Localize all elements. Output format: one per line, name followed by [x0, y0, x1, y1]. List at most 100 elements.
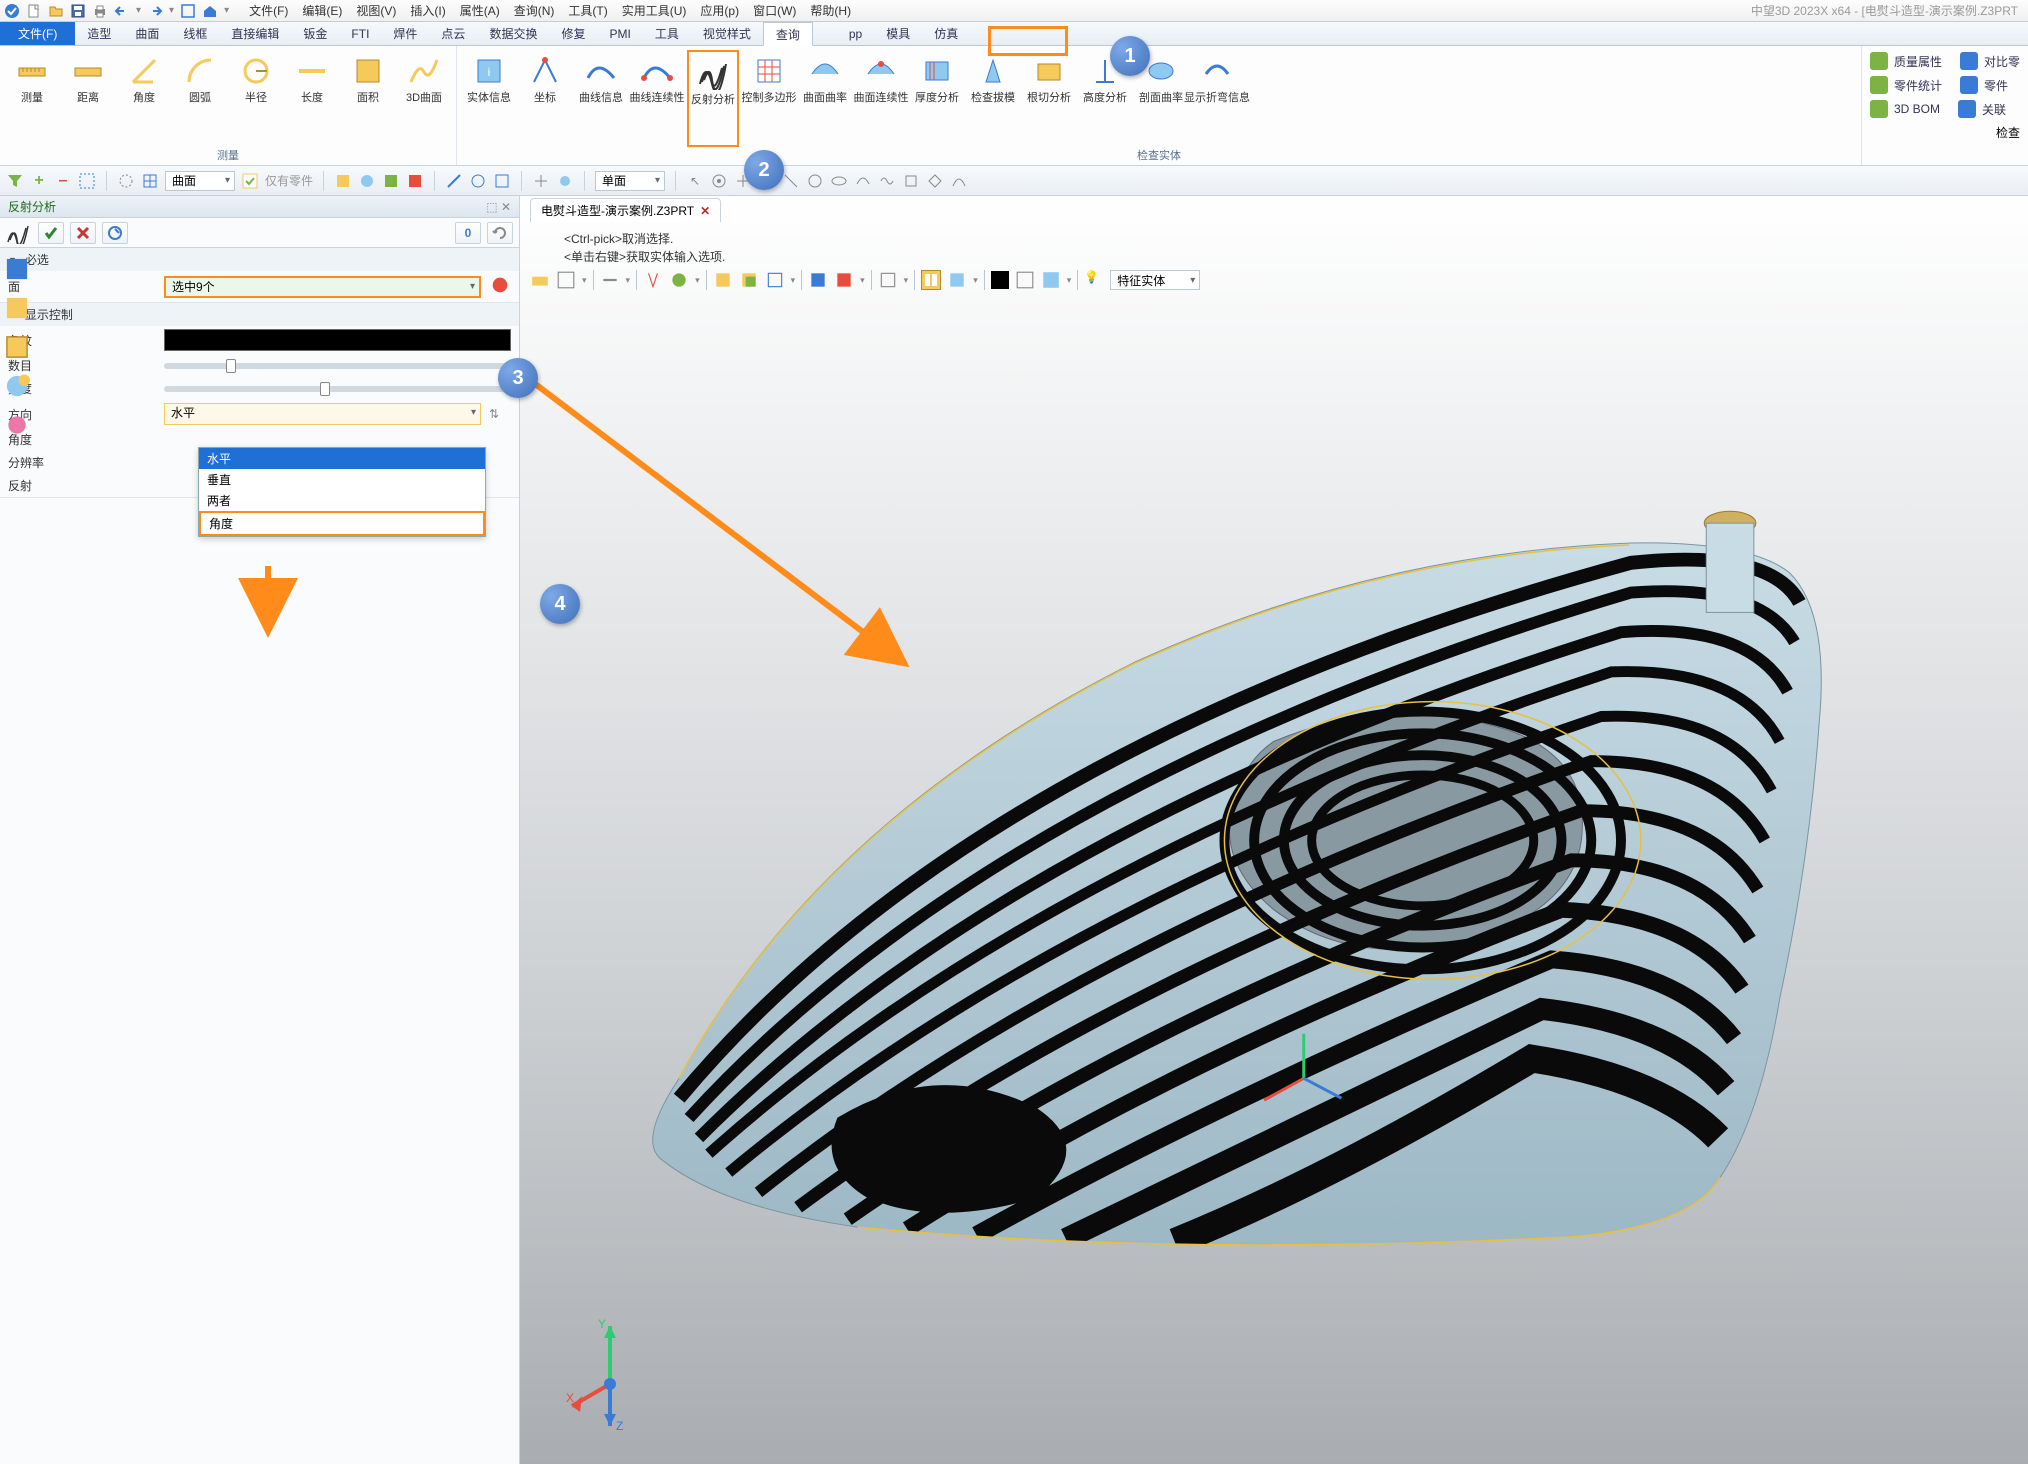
rbtn-3dcurve[interactable]: 3D曲面: [398, 50, 450, 147]
side-row[interactable]: 质量属性对比零: [1870, 52, 2020, 70]
shade-select[interactable]: 单面: [595, 171, 665, 191]
rbtn-curve-cont[interactable]: 曲线连续性: [631, 50, 683, 147]
rbtn-distance[interactable]: 距离: [62, 50, 114, 147]
dropdown-item[interactable]: 垂直: [199, 469, 485, 490]
menu-help[interactable]: 帮助(H): [810, 2, 851, 19]
side-icon[interactable]: [4, 334, 30, 363]
vt-icon[interactable]: [669, 270, 689, 290]
plus-icon[interactable]: +: [30, 172, 48, 190]
tb-icon[interactable]: [406, 172, 424, 190]
side-row[interactable]: 3D BOM关联: [1870, 100, 2020, 118]
chevron-down-icon[interactable]: ▾: [626, 275, 631, 286]
tb-icon[interactable]: [950, 172, 968, 190]
tb-icon[interactable]: [382, 172, 400, 190]
menu-app[interactable]: 应用(p): [700, 2, 739, 19]
tb-icon[interactable]: [902, 172, 920, 190]
redo-icon[interactable]: [147, 3, 163, 19]
rbtn-measure[interactable]: 测量: [6, 50, 58, 147]
tb-icon[interactable]: [493, 172, 511, 190]
rbtn-curve-info[interactable]: 曲线信息: [575, 50, 627, 147]
menu-window[interactable]: 窗口(W): [753, 2, 796, 19]
dropdown-item[interactable]: 两者: [199, 490, 485, 511]
menu-query[interactable]: 查询(N): [514, 2, 555, 19]
ribbon-tab[interactable]: 线框: [171, 22, 219, 45]
tb-icon[interactable]: [854, 172, 872, 190]
rbtn-draft[interactable]: 检查拔模: [967, 50, 1019, 147]
undo-icon[interactable]: [114, 3, 130, 19]
ribbon-tab[interactable]: 焊件: [381, 22, 429, 45]
menu-util[interactable]: 实用工具(U): [622, 2, 687, 19]
stripe-color[interactable]: [164, 329, 511, 351]
ribbon-tab[interactable]: 数据交换: [477, 22, 549, 45]
vt-icon[interactable]: [834, 270, 854, 290]
ribbon-tab[interactable]: FTI: [339, 22, 381, 45]
vt-icon[interactable]: [947, 270, 967, 290]
model-view[interactable]: [580, 376, 1968, 1404]
side-icon[interactable]: [4, 256, 30, 285]
tb-icon[interactable]: [358, 172, 376, 190]
side-icon[interactable]: [4, 295, 30, 324]
vt-icon[interactable]: [713, 270, 733, 290]
lightbulb-icon[interactable]: 💡: [1084, 270, 1104, 290]
rbtn-angle[interactable]: 角度: [118, 50, 170, 147]
menu-tools[interactable]: 工具(T): [568, 2, 607, 19]
side-row[interactable]: 零件统计零件: [1870, 76, 2020, 94]
chevron-down-icon[interactable]: ▾: [904, 275, 909, 286]
vt-icon[interactable]: [1015, 270, 1035, 290]
help-button[interactable]: 0: [455, 222, 481, 244]
rbtn-undercut[interactable]: 根切分析: [1023, 50, 1075, 147]
vt-icon[interactable]: [878, 270, 898, 290]
rbtn-area[interactable]: 面积: [342, 50, 394, 147]
grid-icon[interactable]: [141, 172, 159, 190]
undo-dropdown-icon[interactable]: ▾: [136, 5, 141, 16]
close-icon[interactable]: ✕: [700, 204, 710, 218]
dropdown-item[interactable]: 水平: [199, 448, 485, 469]
rbtn-zebra-analysis[interactable]: 反射分析: [687, 50, 739, 147]
tb-icon[interactable]: [469, 172, 487, 190]
ribbon-tab[interactable]: 模具: [874, 22, 922, 45]
checkbox-icon[interactable]: [241, 172, 259, 190]
ok-button[interactable]: [38, 222, 64, 244]
vt-icon[interactable]: [739, 270, 759, 290]
ribbon-tab[interactable]: 工具: [643, 22, 691, 45]
ribbon-tab[interactable]: 仿真: [922, 22, 970, 45]
qat-customize-icon[interactable]: ▾: [224, 5, 229, 16]
rbtn-surf-curv[interactable]: 曲面曲率: [799, 50, 851, 147]
rbtn-bend-info[interactable]: 显示折弯信息: [1191, 50, 1243, 147]
ribbon-tab[interactable]: PMI: [597, 22, 642, 45]
width-slider[interactable]: [164, 386, 511, 392]
viewport[interactable]: 电熨斗造型-演示案例.Z3PRT ✕ <Ctrl-pick>取消选择. <单击右…: [520, 196, 2028, 1464]
vt-icon[interactable]: [600, 270, 620, 290]
chevron-down-icon[interactable]: ▾: [791, 275, 796, 286]
rbtn-length[interactable]: 长度: [286, 50, 338, 147]
tb-icon[interactable]: [334, 172, 352, 190]
pick-entity-icon[interactable]: [489, 274, 511, 299]
cancel-button[interactable]: [70, 222, 96, 244]
rbtn-thickness[interactable]: 厚度分析: [911, 50, 963, 147]
ribbon-tab[interactable]: pp: [837, 22, 874, 45]
reset-button[interactable]: [487, 222, 513, 244]
chevron-down-icon[interactable]: ▾: [1067, 275, 1072, 286]
vt-icon[interactable]: [556, 270, 576, 290]
viewport-tab[interactable]: 电熨斗造型-演示案例.Z3PRT ✕: [530, 198, 721, 222]
open-icon[interactable]: [48, 3, 64, 19]
tb-icon[interactable]: [532, 172, 550, 190]
menu-edit[interactable]: 编辑(E): [302, 2, 342, 19]
tb-icon[interactable]: [830, 172, 848, 190]
rbtn-radius[interactable]: 半径: [230, 50, 282, 147]
dotted-box-icon[interactable]: [78, 172, 96, 190]
chevron-down-icon[interactable]: ▾: [582, 275, 587, 286]
fullscreen-icon[interactable]: [180, 3, 196, 19]
panel-controls[interactable]: ⬚ ✕: [486, 200, 511, 214]
menu-attr[interactable]: 属性(A): [460, 2, 500, 19]
tb-icon[interactable]: [806, 172, 824, 190]
ribbon-tab[interactable]: 视觉样式: [691, 22, 763, 45]
tb-icon[interactable]: [926, 172, 944, 190]
tb-icon[interactable]: [445, 172, 463, 190]
side-icon[interactable]: [4, 373, 30, 402]
chevron-down-icon[interactable]: ▾: [860, 275, 865, 286]
tb-icon[interactable]: [782, 172, 800, 190]
dropdown-item-angle[interactable]: 角度: [199, 511, 485, 536]
rbtn-ctrl-poly[interactable]: 控制多边形: [743, 50, 795, 147]
save-icon[interactable]: [70, 3, 86, 19]
